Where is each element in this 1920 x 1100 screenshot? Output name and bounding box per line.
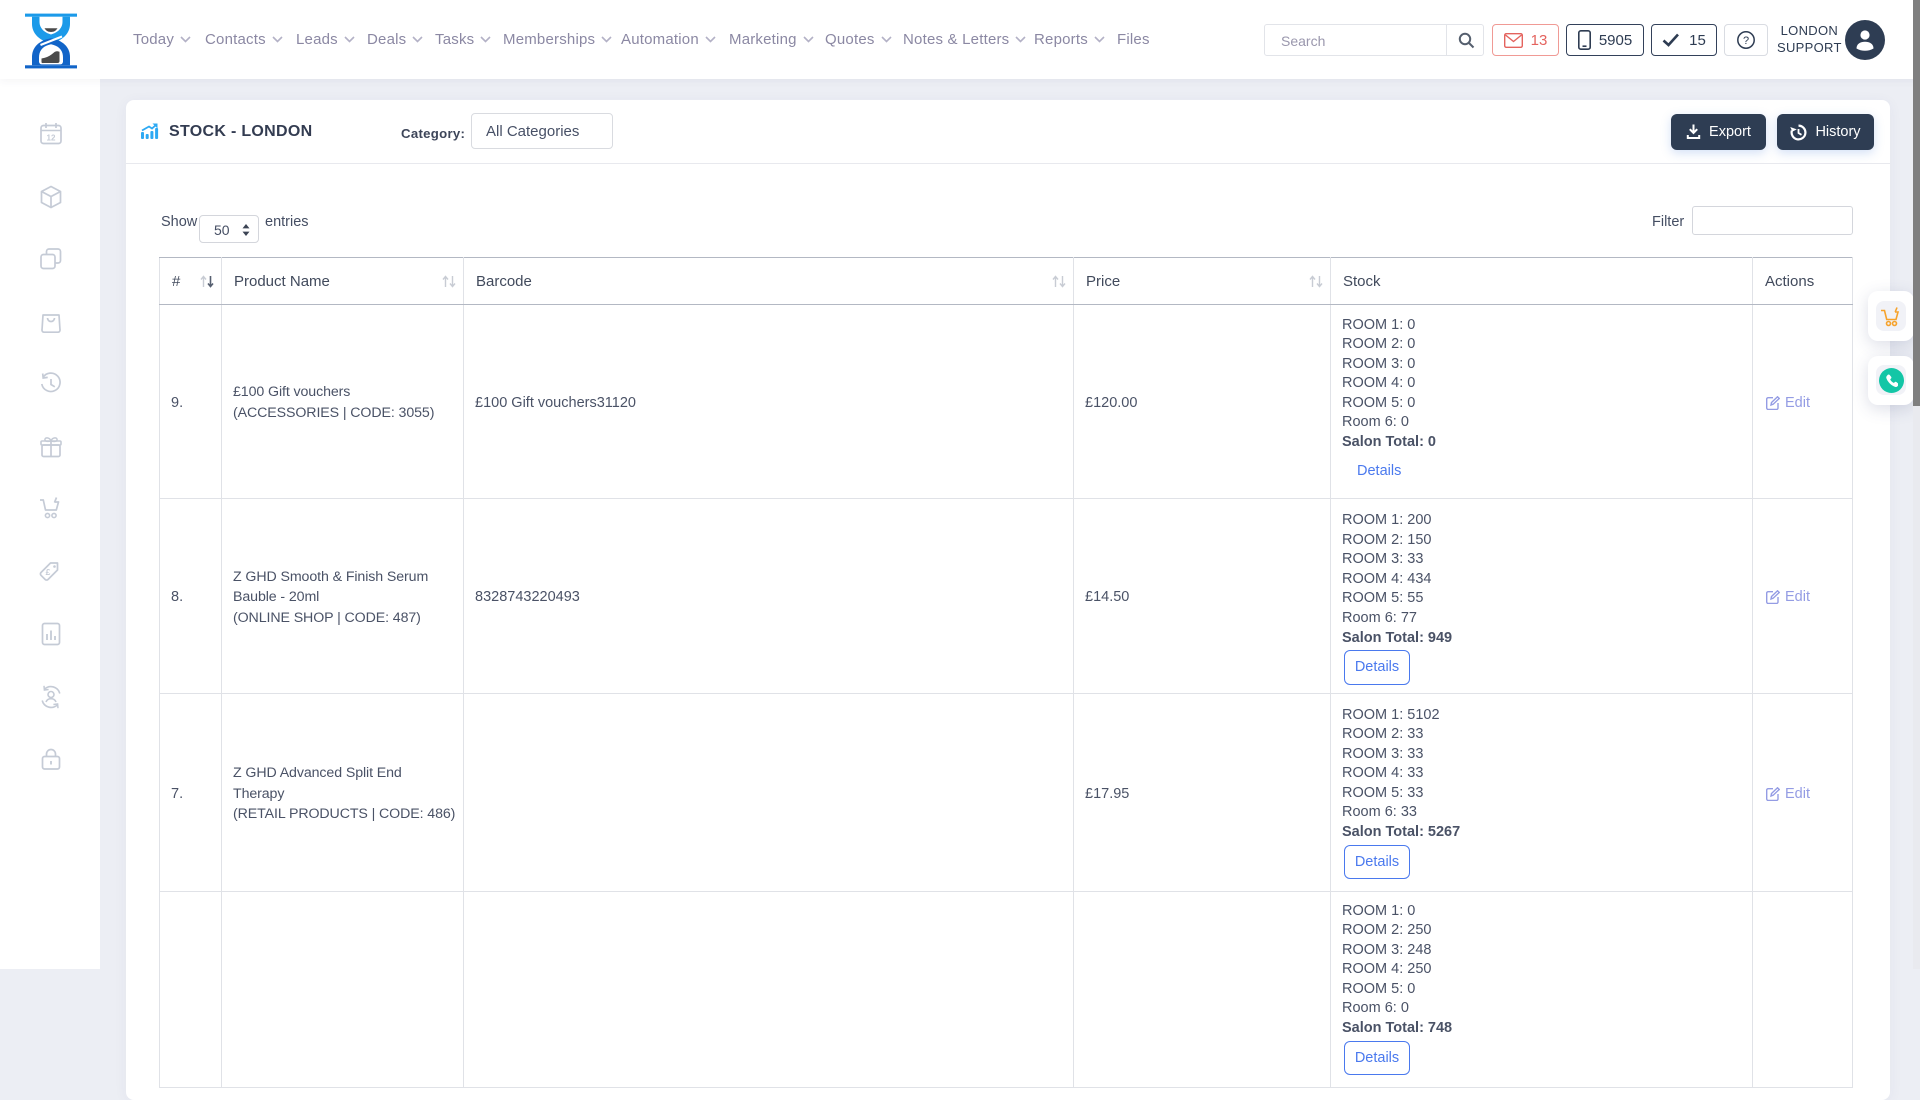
svg-text:12: 12: [47, 134, 56, 143]
svg-text:?: ?: [1743, 35, 1749, 47]
svg-text:£: £: [46, 567, 51, 577]
